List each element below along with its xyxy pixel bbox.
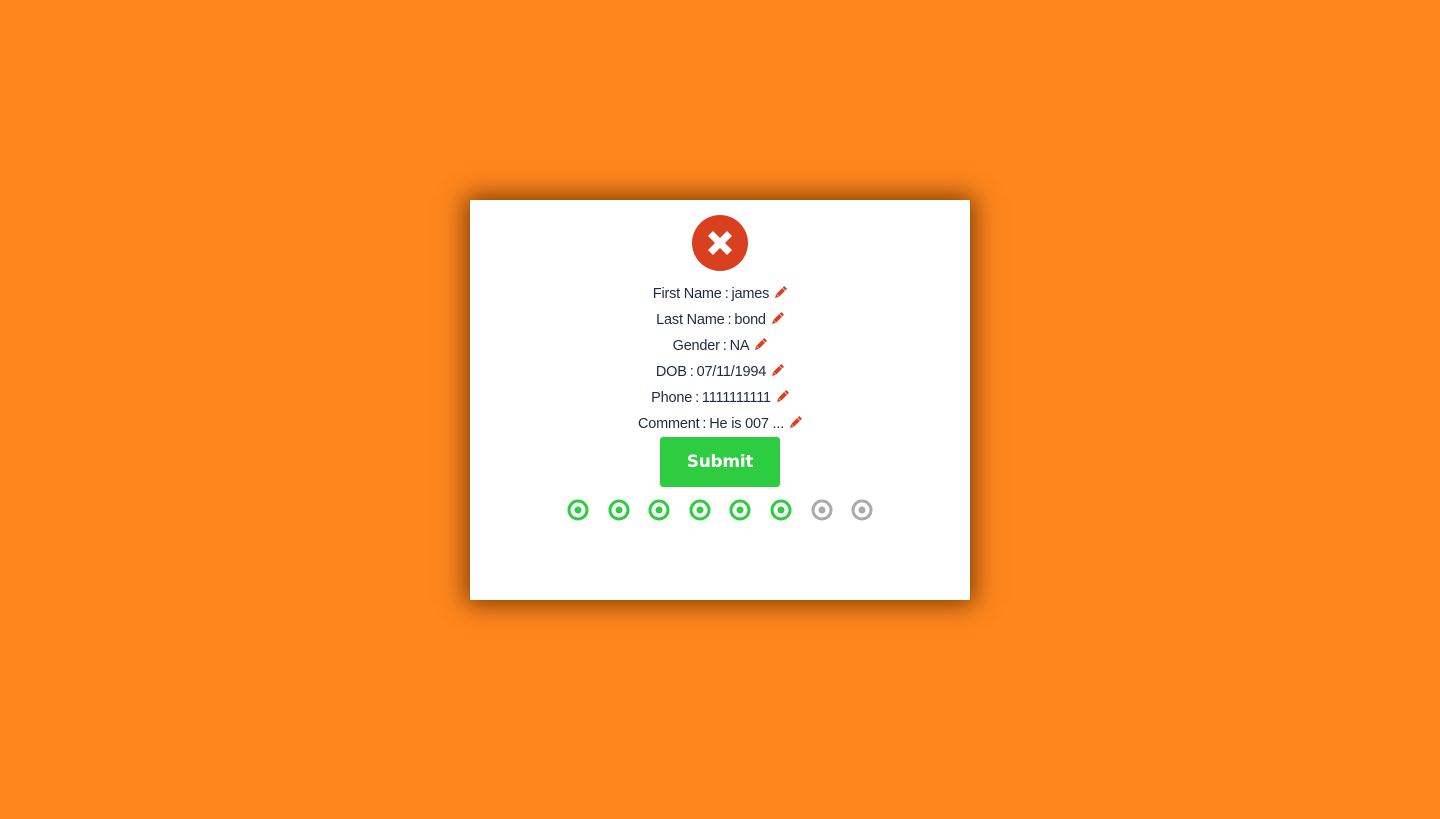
- step-dot-7[interactable]: [810, 498, 834, 522]
- field-row-first-name: First Name: james: [470, 281, 970, 307]
- field-value: james: [731, 286, 770, 302]
- field-label: Gender: [672, 338, 720, 354]
- field-row-comment: Comment: He is 007 ...: [470, 411, 970, 437]
- field-value: 07/11/1994: [696, 364, 767, 380]
- step-dot-4[interactable]: [688, 498, 712, 522]
- summary-fields: First Name: james Last Name: bond Gender: N…: [470, 281, 970, 437]
- pencil-icon[interactable]: [770, 309, 784, 335]
- field-value: 1111111111: [701, 390, 771, 406]
- submit-button[interactable]: Submit: [660, 437, 780, 487]
- pencil-icon[interactable]: [775, 387, 789, 413]
- field-separator: :: [727, 312, 732, 328]
- field-row-last-name: Last Name: bond: [470, 307, 970, 333]
- field-value: NA: [729, 338, 750, 354]
- field-label: First Name: [652, 286, 722, 302]
- close-button[interactable]: [692, 215, 748, 271]
- field-label: Comment: [637, 416, 700, 432]
- step-dot-1[interactable]: [566, 498, 590, 522]
- field-label: DOB: [655, 364, 687, 380]
- close-icon: [708, 231, 732, 255]
- field-label: Last Name: [656, 312, 725, 328]
- field-row-phone: Phone:1111111111: [470, 385, 970, 411]
- step-dot-8[interactable]: [850, 498, 874, 522]
- field-separator: :: [702, 416, 707, 432]
- pencil-icon[interactable]: [770, 361, 784, 387]
- field-value: bond: [734, 312, 766, 328]
- field-separator: :: [695, 390, 699, 406]
- pencil-icon[interactable]: [788, 413, 802, 439]
- field-separator: :: [689, 364, 694, 380]
- field-label: Phone: [651, 390, 693, 406]
- step-dot-2[interactable]: [607, 498, 631, 522]
- step-dot-3[interactable]: [647, 498, 671, 522]
- field-separator: :: [724, 286, 729, 302]
- field-value: He is 007 ...: [709, 416, 785, 432]
- summary-modal: First Name: james Last Name: bond Gender: N…: [470, 200, 970, 600]
- step-dot-6[interactable]: [769, 498, 793, 522]
- field-separator: :: [722, 338, 727, 354]
- step-dot-5[interactable]: [728, 498, 752, 522]
- pencil-icon[interactable]: [753, 335, 768, 361]
- field-row-dob: DOB:07/11/1994: [470, 359, 970, 385]
- pencil-icon[interactable]: [773, 283, 788, 309]
- field-row-gender: Gender: NA: [470, 333, 970, 359]
